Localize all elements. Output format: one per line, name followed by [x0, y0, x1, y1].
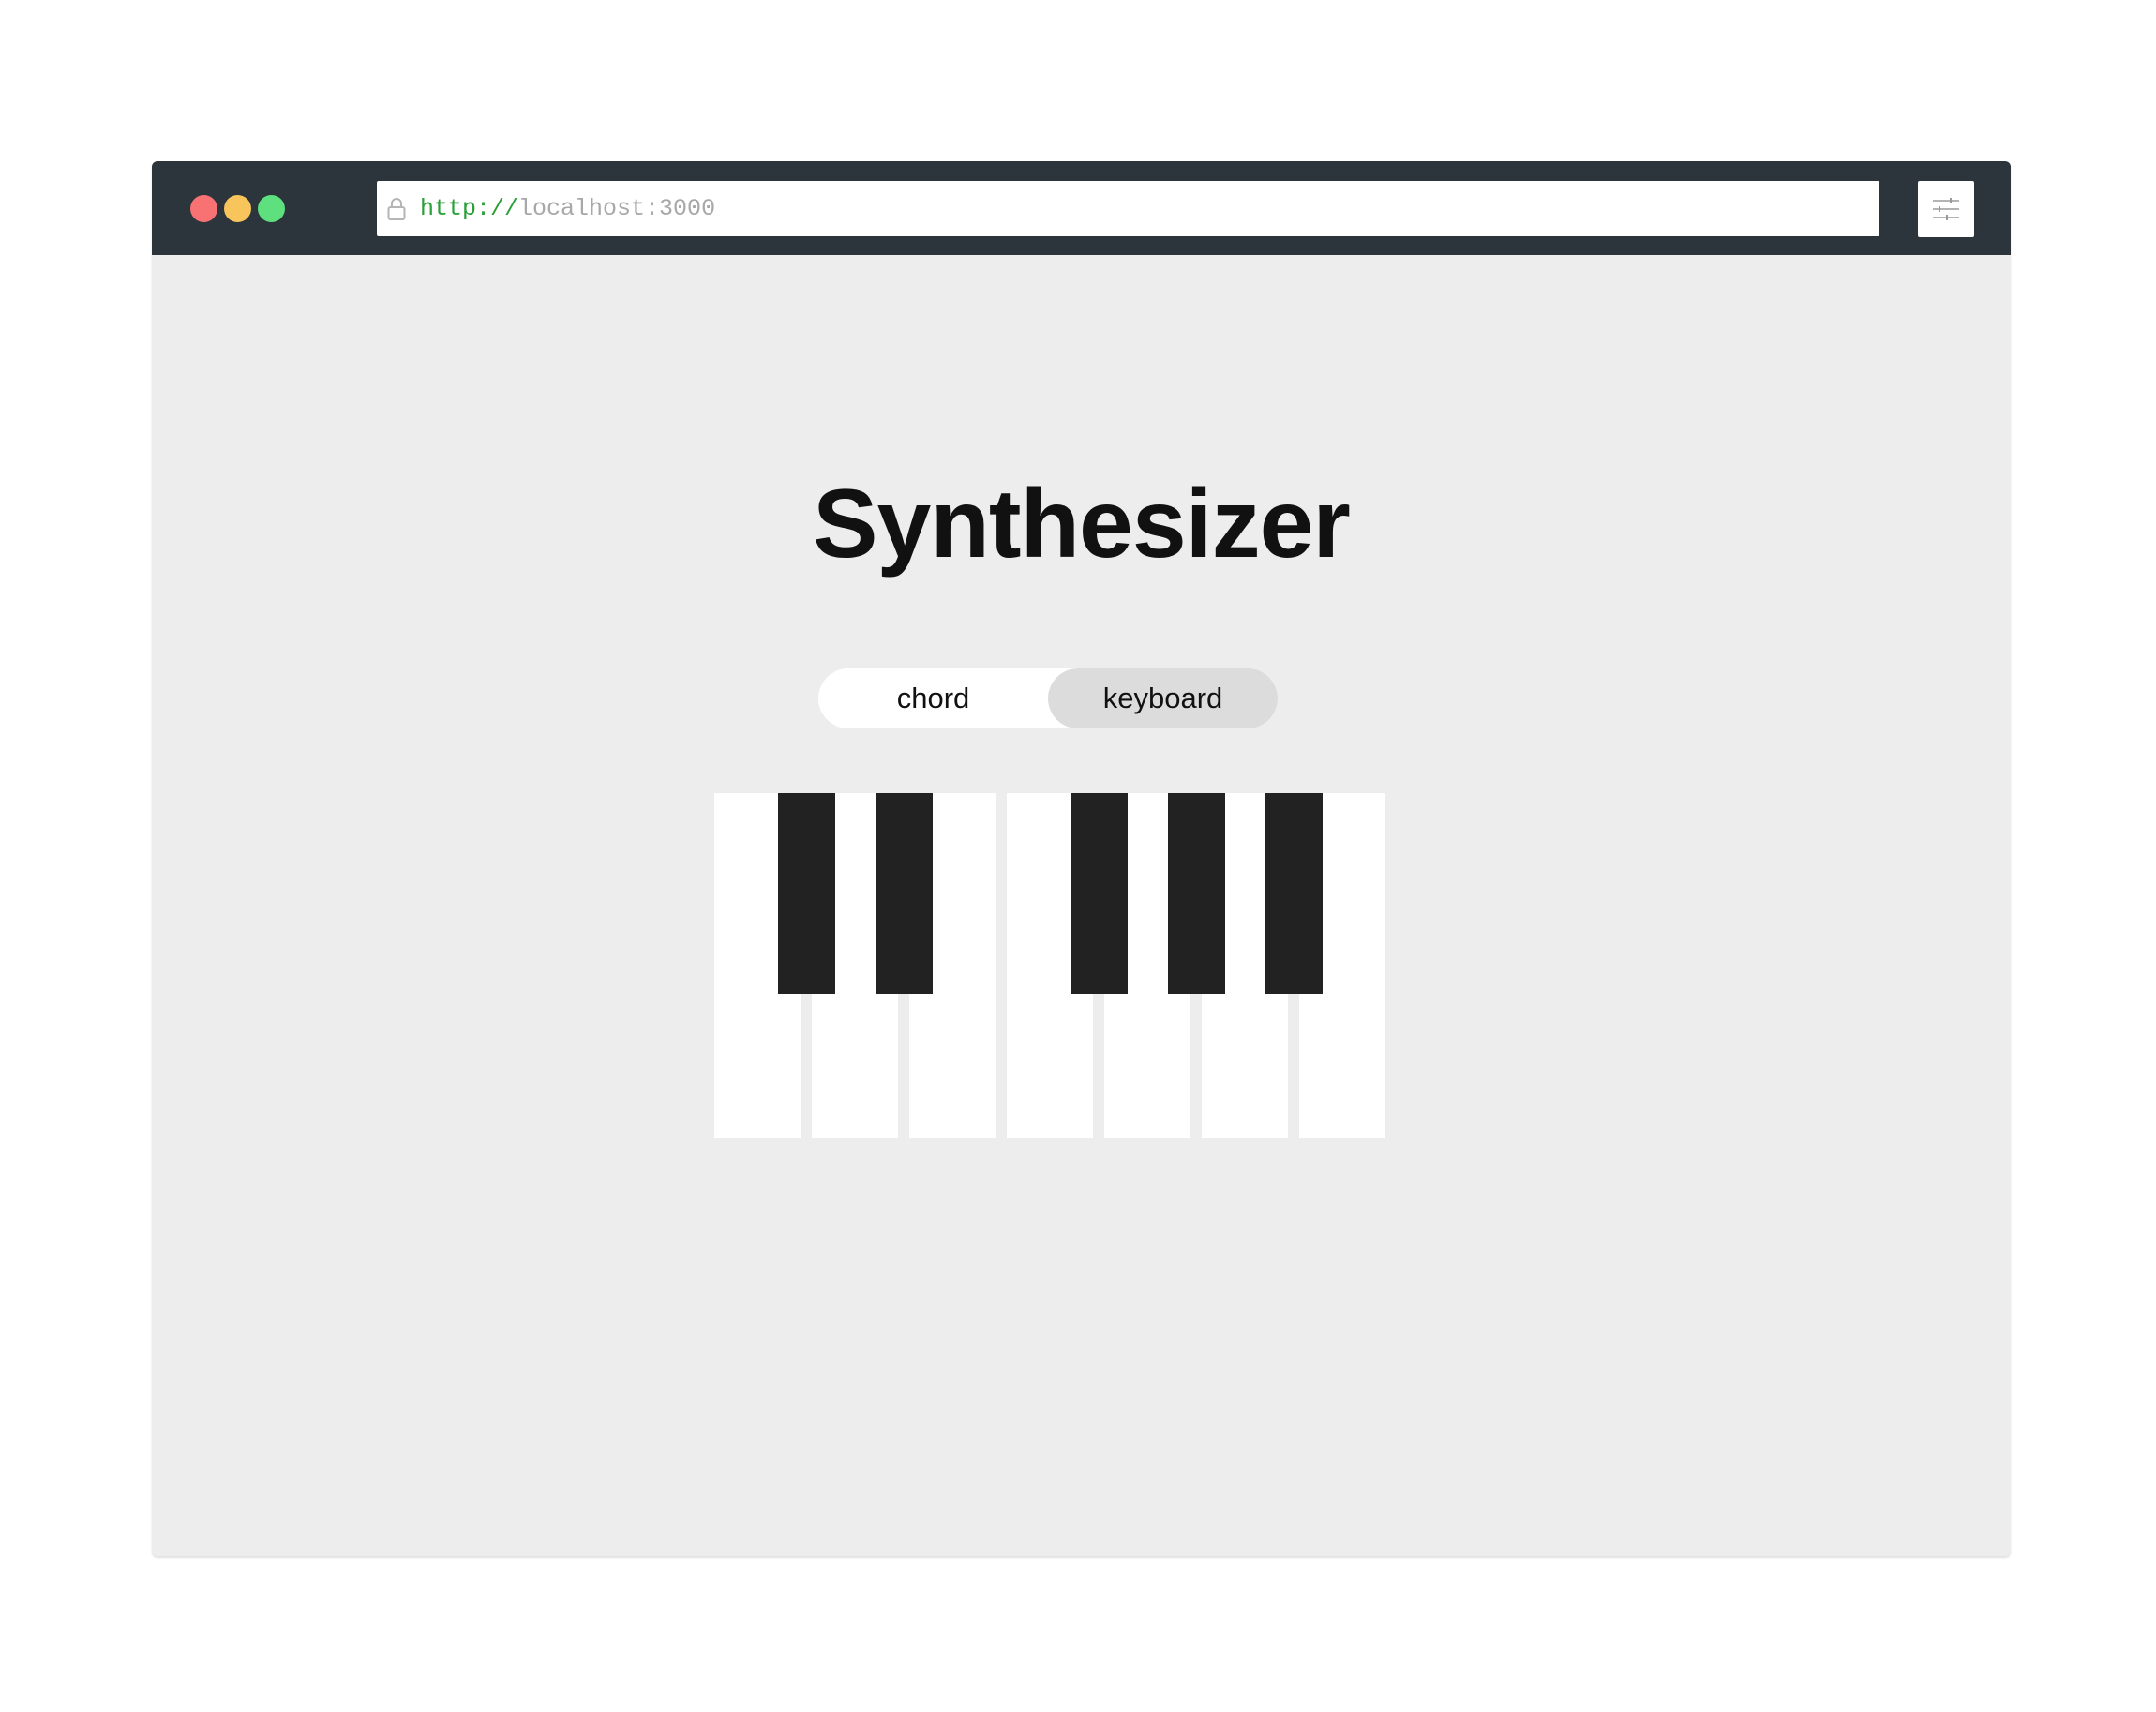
settings-button[interactable]: [1918, 181, 1974, 237]
url-host: localhost:3000: [518, 195, 716, 222]
address-bar[interactable]: http://localhost:3000: [377, 181, 1879, 236]
black-key[interactable]: [1070, 793, 1128, 994]
mode-toggle: chord keyboard: [818, 668, 1278, 728]
browser-titlebar: http://localhost:3000: [152, 161, 2011, 255]
lock-icon: [387, 198, 406, 220]
black-key[interactable]: [1265, 793, 1323, 994]
minimize-window-button[interactable]: [224, 195, 251, 222]
chord-mode-button[interactable]: chord: [818, 668, 1048, 728]
url-text: http://localhost:3000: [420, 195, 715, 223]
maximize-window-button[interactable]: [258, 195, 285, 222]
browser-window: http://localhost:3000 Synthesizer chord …: [152, 161, 2011, 1556]
black-key[interactable]: [875, 793, 933, 994]
piano-keyboard: [714, 793, 1385, 1138]
url-scheme: http://: [420, 195, 519, 222]
keyboard-mode-button[interactable]: keyboard: [1048, 668, 1278, 728]
page-title: Synthesizer: [813, 470, 1351, 578]
black-key[interactable]: [1167, 793, 1225, 994]
close-window-button[interactable]: [190, 195, 217, 222]
sliders-icon: [1933, 198, 1959, 220]
black-key[interactable]: [777, 793, 835, 994]
